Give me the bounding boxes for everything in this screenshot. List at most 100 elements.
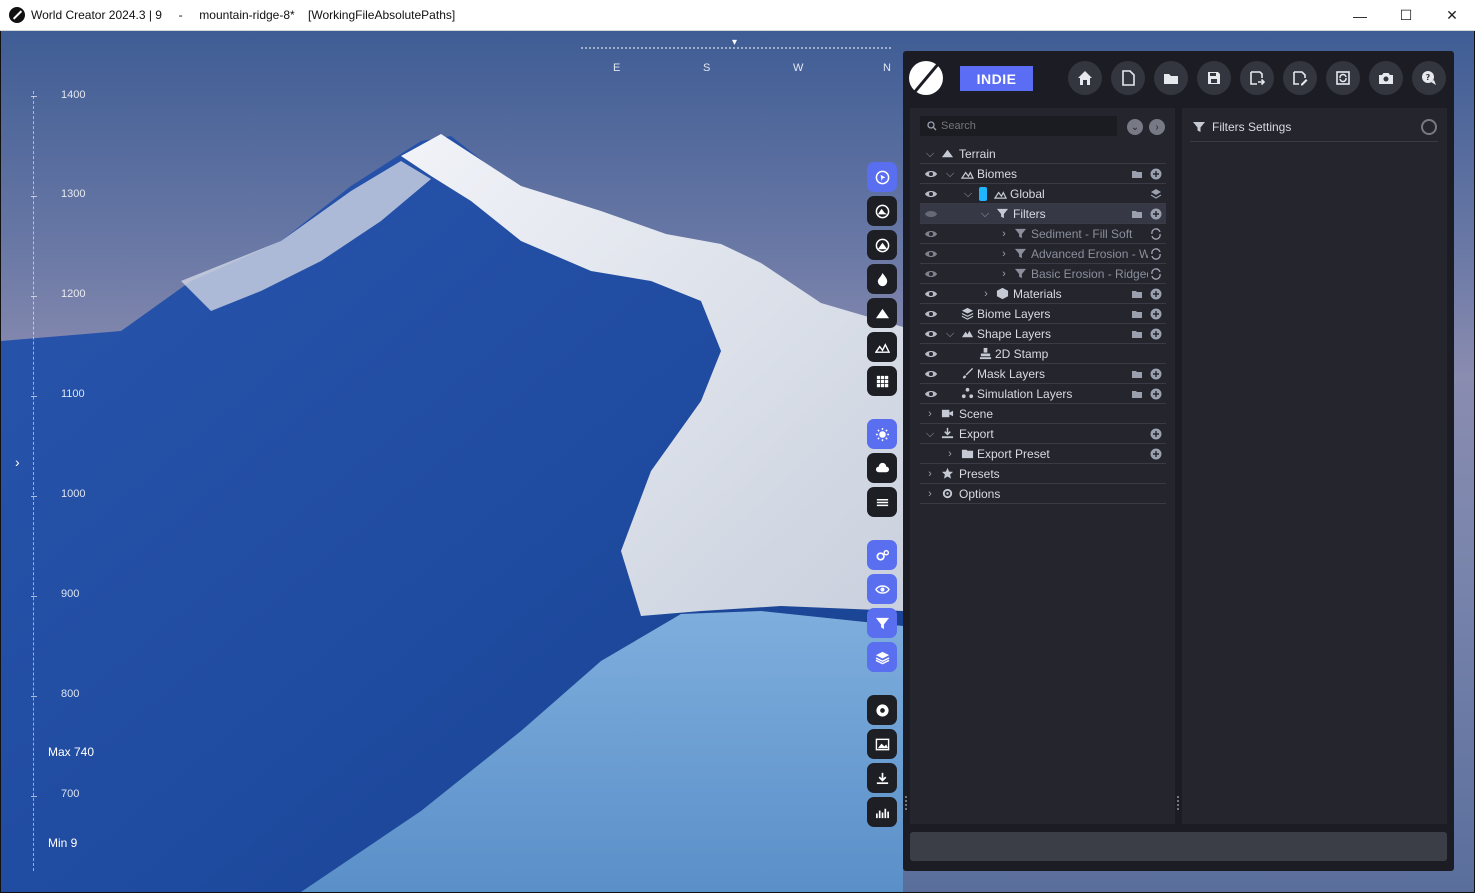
folder-icon[interactable]: [1131, 308, 1143, 320]
eye-icon[interactable]: [924, 228, 938, 240]
settings-button[interactable]: [867, 540, 897, 570]
grid-button[interactable]: [867, 366, 897, 396]
chevron-right-icon[interactable]: ›: [924, 487, 936, 501]
tree-item-simulation-layers[interactable]: Simulation Layers: [920, 384, 1166, 404]
eye-icon[interactable]: [924, 208, 938, 220]
chevron-right-icon[interactable]: ›: [924, 407, 936, 421]
chevron-down-icon[interactable]: ⌵: [944, 327, 956, 341]
chevron-down-icon[interactable]: ⌵: [924, 427, 936, 441]
folder-icon[interactable]: [1131, 168, 1143, 180]
chevron-right-icon[interactable]: ›: [998, 227, 1010, 241]
folder-icon[interactable]: [1131, 328, 1143, 340]
eye-icon[interactable]: [924, 248, 938, 260]
expand-button[interactable]: ›: [1149, 119, 1165, 135]
sun-button[interactable]: [867, 419, 897, 449]
tree-item-terrain[interactable]: ⌵ Terrain: [920, 144, 1166, 164]
eye-icon[interactable]: [924, 268, 938, 280]
eye-icon[interactable]: [924, 168, 938, 180]
tree-item-advanced-erosion[interactable]: › Advanced Erosion - Wa: [920, 244, 1166, 264]
eye-icon[interactable]: [924, 368, 938, 380]
chevron-right-icon[interactable]: ›: [998, 267, 1010, 281]
add-circle-icon[interactable]: [1150, 168, 1162, 180]
tree-item-options[interactable]: › Options: [920, 484, 1166, 504]
camera-button[interactable]: [1369, 61, 1403, 95]
fire-button[interactable]: [867, 264, 897, 294]
folder-icon[interactable]: [1131, 288, 1143, 300]
tree-item-2d-stamp[interactable]: 2D Stamp: [920, 344, 1166, 364]
new-file-button[interactable]: [1111, 61, 1145, 95]
clouds-button[interactable]: [867, 453, 897, 483]
add-circle-icon[interactable]: [1150, 308, 1162, 320]
eye-icon[interactable]: [924, 388, 938, 400]
refresh-icon[interactable]: [1150, 268, 1162, 280]
tree-item-shape-layers[interactable]: ⌵ Shape Layers: [920, 324, 1166, 344]
biome-color-swatch[interactable]: [979, 187, 987, 201]
search-box[interactable]: [920, 116, 1117, 136]
open-folder-button[interactable]: [1154, 61, 1188, 95]
edit-file-button[interactable]: [1283, 61, 1317, 95]
refresh-icon[interactable]: [1150, 248, 1162, 260]
visibility-button[interactable]: [867, 574, 897, 604]
compass[interactable]: ▾ E S W N: [581, 37, 891, 74]
terrain-view-2-button[interactable]: [867, 230, 897, 260]
chevron-down-icon[interactable]: ⌵: [944, 167, 956, 181]
sync-button[interactable]: [1326, 61, 1360, 95]
layers-icon[interactable]: [1150, 188, 1162, 200]
eye-icon[interactable]: [924, 288, 938, 300]
sculpt-tool-button[interactable]: [867, 162, 897, 192]
terrain-view-button[interactable]: [867, 196, 897, 226]
mountain-button[interactable]: [867, 298, 897, 328]
add-circle-icon[interactable]: [1150, 388, 1162, 400]
folder-icon[interactable]: [1131, 208, 1143, 220]
stats-button[interactable]: [867, 797, 897, 827]
refresh-icon[interactable]: [1150, 228, 1162, 240]
tree-item-filters[interactable]: ⌵ Filters: [920, 204, 1166, 224]
collapse-all-button[interactable]: ⌄: [1127, 119, 1143, 135]
download-button[interactable]: [867, 763, 897, 793]
close-button[interactable]: ✕: [1429, 0, 1475, 31]
add-circle-icon[interactable]: [1150, 428, 1162, 440]
help-chat-button[interactable]: ?: [1412, 61, 1446, 95]
biome-button[interactable]: [867, 332, 897, 362]
tree-item-scene[interactable]: › Scene: [920, 404, 1166, 424]
maximize-button[interactable]: ☐: [1383, 0, 1429, 31]
tree-item-basic-erosion[interactable]: › Basic Erosion - Ridged: [920, 264, 1166, 284]
home-button[interactable]: [1068, 61, 1102, 95]
minimize-button[interactable]: —: [1337, 0, 1383, 31]
record-button[interactable]: [867, 695, 897, 725]
folder-icon[interactable]: [1131, 388, 1143, 400]
eye-icon[interactable]: [924, 328, 938, 340]
tree-item-export[interactable]: ⌵ Export: [920, 424, 1166, 444]
water-button[interactable]: [867, 487, 897, 517]
tree-item-materials[interactable]: › Materials: [920, 284, 1166, 304]
search-input[interactable]: [941, 120, 1101, 132]
chevron-down-icon[interactable]: ⌵: [924, 147, 936, 161]
tree-item-biomes[interactable]: ⌵ Biomes: [920, 164, 1166, 184]
add-circle-icon[interactable]: [1150, 368, 1162, 380]
eye-icon[interactable]: [924, 188, 938, 200]
chevron-right-icon[interactable]: ›: [980, 287, 992, 301]
help-circle-icon[interactable]: [1421, 119, 1437, 135]
tree-item-biome-layers[interactable]: Biome Layers: [920, 304, 1166, 324]
add-circle-icon[interactable]: [1150, 328, 1162, 340]
add-circle-icon[interactable]: [1150, 448, 1162, 460]
tree-item-global[interactable]: ⌵ Global: [920, 184, 1166, 204]
chevron-right-icon[interactable]: ›: [998, 247, 1010, 261]
chevron-right-icon[interactable]: ›: [944, 447, 956, 461]
add-circle-icon[interactable]: [1150, 288, 1162, 300]
tree-item-mask-layers[interactable]: Mask Layers: [920, 364, 1166, 384]
expand-left-panel-icon[interactable]: ›: [15, 454, 20, 470]
layers-button[interactable]: [867, 642, 897, 672]
add-circle-icon[interactable]: [1150, 208, 1162, 220]
eye-icon[interactable]: [924, 308, 938, 320]
save-button[interactable]: [1197, 61, 1231, 95]
panel-resize-handle[interactable]: [905, 796, 907, 810]
filter-button[interactable]: [867, 608, 897, 638]
tree-item-presets[interactable]: › Presets: [920, 464, 1166, 484]
pane-resize-handle[interactable]: [1177, 796, 1179, 810]
save-as-button[interactable]: [1240, 61, 1274, 95]
tree-item-sediment-fill-soft[interactable]: › Sediment - Fill Soft: [920, 224, 1166, 244]
eye-icon[interactable]: [924, 348, 938, 360]
chevron-down-icon[interactable]: ⌵: [979, 207, 991, 221]
image-button[interactable]: [867, 729, 897, 759]
